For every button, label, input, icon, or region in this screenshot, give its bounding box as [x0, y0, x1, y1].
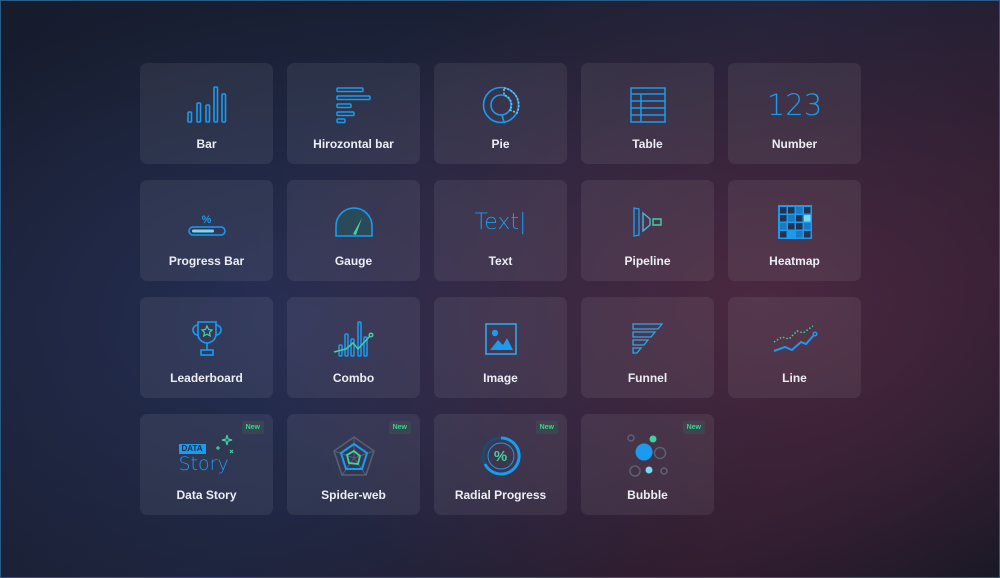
data-story-icon: DATA Story — [178, 434, 235, 478]
heatmap-cell — [787, 223, 794, 230]
widget-number[interactable]: 123 Number — [728, 63, 861, 164]
widget-data-story[interactable]: New DATA Story Data Story — [140, 414, 273, 515]
widget-bubble[interactable]: New Bubble — [581, 414, 714, 515]
widget-label: Text — [488, 254, 513, 268]
widget-label: Gauge — [334, 254, 373, 268]
heatmap-cell — [779, 231, 786, 238]
widget-label: Funnel — [627, 371, 668, 385]
widget-label: Pie — [491, 137, 510, 151]
widget-label: Hirozontal bar — [313, 137, 394, 151]
heatmap-cell — [803, 231, 810, 238]
widget-spider-web[interactable]: New Spider-web — [287, 414, 420, 515]
heatmap-cell — [795, 207, 802, 214]
widget-label: Data Story — [176, 488, 237, 502]
heatmap-cell — [803, 207, 810, 214]
widget-label: Heatmap — [769, 254, 820, 268]
widget-label: Bubble — [627, 488, 668, 502]
bar-chart-icon — [183, 83, 231, 127]
widget-pipeline[interactable]: Pipeline — [581, 180, 714, 281]
heatmap-icon — [771, 200, 819, 244]
spider-web-icon — [330, 434, 378, 478]
table-icon — [624, 83, 672, 127]
widget-label: Progress Bar — [168, 254, 245, 268]
heatmap-cell — [779, 207, 786, 214]
widget-progress-bar[interactable]: % Progress Bar — [140, 180, 273, 281]
image-icon — [477, 317, 525, 361]
widget-table[interactable]: Table — [581, 63, 714, 164]
heatmap-cell — [795, 223, 802, 230]
bubble-icon — [624, 434, 672, 478]
widget-label: Combo — [332, 371, 375, 385]
widget-funnel[interactable]: Funnel — [581, 297, 714, 398]
widget-text[interactable]: Text| Text — [434, 180, 567, 281]
widget-label: Pipeline — [624, 254, 671, 268]
new-badge: New — [388, 421, 411, 434]
line-chart-icon — [771, 317, 819, 361]
heatmap-cell — [787, 231, 794, 238]
widget-label: Leaderboard — [170, 371, 243, 385]
widget-combo[interactable]: Combo — [287, 297, 420, 398]
widget-label: Spider-web — [321, 488, 386, 502]
heatmap-cell — [787, 207, 794, 214]
pipeline-icon — [624, 200, 672, 244]
widget-label: Number — [771, 137, 818, 151]
heatmap-cell — [779, 223, 786, 230]
widget-radial-progress[interactable]: New % Radial Progress — [434, 414, 567, 515]
new-badge: New — [241, 421, 264, 434]
heatmap-cell — [787, 215, 794, 222]
text-icon: Text| — [474, 209, 527, 235]
widget-line[interactable]: Line — [728, 297, 861, 398]
pie-chart-icon — [477, 83, 525, 127]
widget-horizontal-bar[interactable]: Hirozontal bar — [287, 63, 420, 164]
widget-pie[interactable]: Pie — [434, 63, 567, 164]
heatmap-cell — [795, 231, 802, 238]
heatmap-cell — [795, 215, 802, 222]
number-icon: 123 — [766, 88, 823, 122]
widget-label: Line — [782, 371, 807, 385]
funnel-icon — [624, 317, 672, 361]
heatmap-cell — [803, 223, 810, 230]
widget-heatmap[interactable]: Heatmap — [728, 180, 861, 281]
widget-image[interactable]: Image — [434, 297, 567, 398]
widget-label: Image — [483, 371, 518, 385]
widget-leaderboard[interactable]: Leaderboard — [140, 297, 273, 398]
trophy-icon — [183, 317, 231, 361]
radial-progress-icon: % — [477, 434, 525, 478]
new-badge: New — [535, 421, 558, 434]
gauge-icon — [330, 200, 378, 244]
heatmap-cell — [803, 215, 810, 222]
heatmap-cell — [779, 215, 786, 222]
widget-grid: Bar Hirozontal bar Pie Table 123 Number … — [140, 63, 861, 515]
combo-chart-icon — [330, 317, 378, 361]
widget-label: Radial Progress — [454, 488, 547, 502]
widget-bar[interactable]: Bar — [140, 63, 273, 164]
widget-label: Table — [632, 137, 663, 151]
widget-label: Bar — [196, 137, 217, 151]
new-badge: New — [682, 421, 705, 434]
widget-gauge[interactable]: Gauge — [287, 180, 420, 281]
progress-bar-icon: % — [183, 200, 231, 244]
horizontal-bar-icon — [330, 83, 378, 127]
